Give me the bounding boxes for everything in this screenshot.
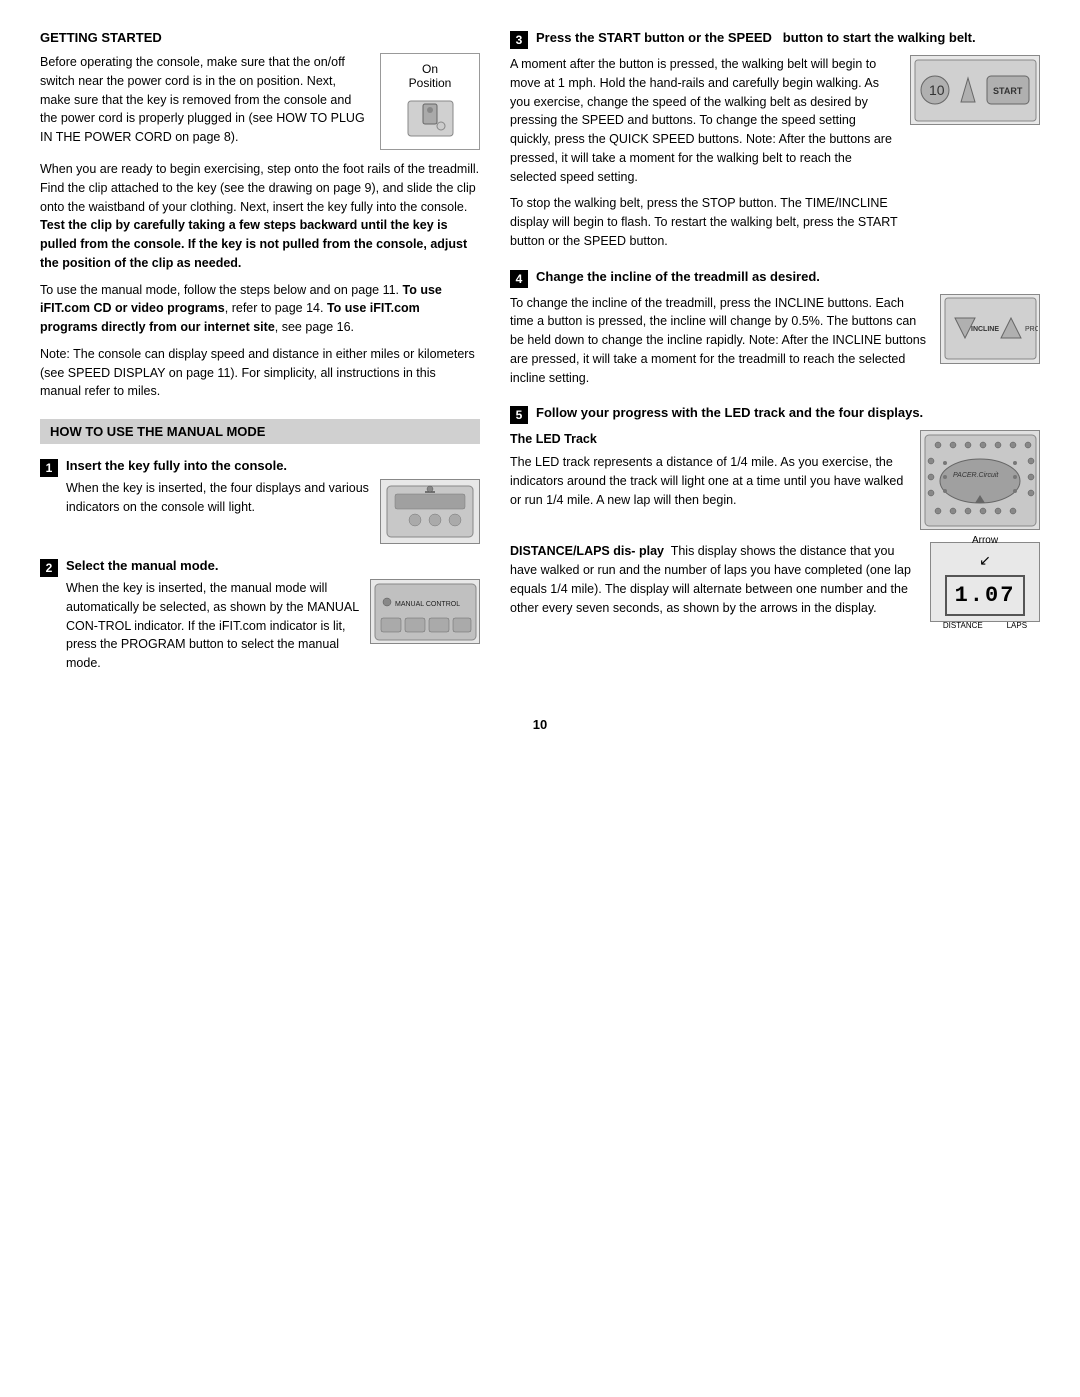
step-2-number: 2 — [40, 559, 58, 577]
step-5: 5 Follow your progress with the LED trac… — [510, 405, 1040, 622]
page-number: 10 — [40, 717, 1040, 732]
console-svg-1 — [385, 484, 475, 539]
arrow-label: Arrow — [972, 533, 998, 548]
step-1-text: When the key is inserted, the four displ… — [66, 479, 370, 517]
step-5-number: 5 — [510, 406, 528, 424]
switch-svg — [403, 96, 458, 141]
step-3-title: Press the START button or the SPEED butt… — [536, 30, 976, 45]
led-track-text: The LED Track The LED track represents a… — [510, 430, 908, 509]
distance-play: play — [639, 544, 664, 558]
step-1: 1 Insert the key fully into the console.… — [40, 458, 480, 544]
display-number: 1.07 — [945, 575, 1026, 616]
how-to-section-header: HOW TO USE THE MANUAL MODE — [40, 419, 480, 444]
distance-label: DISTANCE — [943, 620, 983, 632]
getting-started-title: GETTING STARTED — [40, 30, 480, 45]
getting-started-para2: When you are ready to begin exercising, … — [40, 160, 480, 273]
getting-started-para1: Before operating the console, make sure … — [40, 53, 368, 147]
step-1-content: Insert the key fully into the console. W… — [66, 458, 480, 544]
console-image-2: MANUAL CONTROL — [370, 579, 480, 644]
step-2-content: Select the manual mode. When the key is … — [66, 558, 480, 673]
laps-label: LAPS — [1007, 620, 1027, 632]
step-4-title: Change the incline of the treadmill as d… — [536, 269, 820, 284]
step-2: 2 Select the manual mode. When the key i… — [40, 558, 480, 673]
left-column: GETTING STARTED Before operating the con… — [40, 30, 480, 687]
right-column: 3 Press the START button or the SPEED bu… — [510, 30, 1040, 687]
step-5-body: The LED Track The LED track represents a… — [510, 430, 1040, 622]
speed-buttons-image: 10 START — [910, 55, 1040, 125]
svg-text:PRO: PRO — [1025, 326, 1038, 333]
distance-section: DISTANCE/LAPS dis- play This display sho… — [510, 542, 1040, 622]
step-1-number: 1 — [40, 459, 58, 477]
gs-bold-text: Test the clip by carefully taking a few … — [40, 218, 467, 270]
distance-text: DISTANCE/LAPS dis- play This display sho… — [510, 542, 918, 621]
pacer-circuit-svg: PACER.Circuit — [923, 433, 1038, 528]
svg-text:INCLINE: INCLINE — [971, 326, 999, 333]
distance-title: DISTANCE/LAPS dis- — [510, 544, 635, 558]
svg-text:START: START — [993, 86, 1023, 96]
getting-started-para4: Note: The console can display speed and … — [40, 345, 480, 401]
svg-text:PACER.Circuit: PACER.Circuit — [953, 472, 999, 479]
step-3: 3 Press the START button or the SPEED bu… — [510, 30, 1040, 251]
svg-text:MANUAL CONTROL: MANUAL CONTROL — [395, 601, 460, 608]
led-track-image: PACER.Circuit — [920, 430, 1040, 530]
step-4-number: 4 — [510, 270, 528, 288]
step-2-text: When the key is inserted, the manual mod… — [66, 579, 360, 673]
led-track-description: The LED track represents a distance of 1… — [510, 453, 908, 509]
switch-illustration — [391, 94, 469, 141]
on-position-label: OnPosition — [391, 62, 469, 90]
led-track-section: The LED Track The LED track represents a… — [510, 430, 1040, 530]
arrow-icon: ↙ — [979, 550, 991, 571]
display-labels: DISTANCE LAPS — [931, 620, 1039, 632]
step-5-title: Follow your progress with the LED track … — [536, 405, 923, 420]
getting-started-section: GETTING STARTED Before operating the con… — [40, 30, 480, 401]
step-3-text: A moment after the button is pressed, th… — [510, 55, 898, 251]
console-svg-2: MANUAL CONTROL — [373, 582, 478, 642]
getting-started-para3: To use the manual mode, follow the steps… — [40, 281, 480, 337]
speed-buttons-svg: 10 START — [913, 58, 1038, 123]
distance-display-image: Arrow ↙ 1.07 DISTANCE LAPS — [930, 542, 1040, 622]
step-1-title: Insert the key fully into the console. — [66, 458, 480, 473]
step-4: 4 Change the incline of the treadmill as… — [510, 269, 1040, 388]
incline-buttons-svg: INCLINE PRO — [943, 296, 1038, 361]
incline-buttons-image: INCLINE PRO — [940, 294, 1040, 364]
led-track-title: The LED Track — [510, 430, 908, 449]
svg-text:10: 10 — [929, 82, 945, 98]
console-image-1 — [380, 479, 480, 544]
step-3-number: 3 — [510, 31, 528, 49]
step-4-text: To change the incline of the treadmill, … — [510, 294, 928, 388]
on-position-box: OnPosition — [380, 53, 480, 150]
step-2-title: Select the manual mode. — [66, 558, 480, 573]
